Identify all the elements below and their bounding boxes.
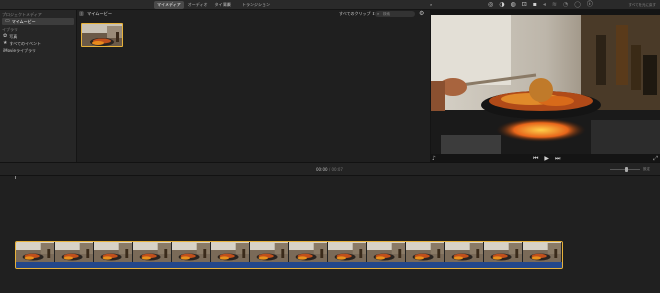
media-tab-group: マイメディア オーディオ タイトル [154,1,233,9]
filmstrip-frame [289,242,328,262]
filmstrip-frame [445,242,484,262]
magic-wand-icon[interactable]: ◎ [488,0,493,10]
current-time: 00:00 [316,167,328,172]
viewer-panel: ♪ ⏮ ▶ ⏭ ⤢ [430,10,660,162]
filmstrip-frame [250,242,289,262]
filmstrip-frame [94,242,133,262]
browser-title: マイムービー [87,11,113,16]
media-browser: ▥ マイムービー すべてのクリップ ⇕ ⌕ 検索 ⚙ [77,10,430,162]
tab-audio[interactable]: オーディオ [185,1,211,9]
cooking-video-frame [431,15,660,154]
sidebar-item-label: iMovieライブラリ [3,48,36,53]
tab-my-media[interactable]: マイメディア [154,1,184,9]
library-heading: イブラリ [2,27,18,32]
stabilization-icon[interactable]: ▪ [533,0,537,10]
filmstrip-frame [484,242,523,262]
sidebar-item-label: マイムービー [11,19,36,24]
audio-waveform [16,262,562,268]
timeline-settings-button[interactable]: 設定 [643,166,650,173]
imovie-window: マイメディア オーディオ タイトル 背景 トランジション ⌕ ◎ ◑ ◍ ⊡ ▪… [0,0,660,293]
filmstrip-frame [367,242,406,262]
kitchen-thumbnail-image [82,24,122,46]
search-icon: ⌕ [377,11,380,16]
library-sidebar: プロジェクトメディア ▭ マイムービー イブラリ ✿ 写真 ★ すべてのイベント… [0,10,77,162]
browser-header: ▥ マイムービー すべてのクリップ ⇕ ⌕ 検索 ⚙ [77,10,430,18]
filmstrip-frame [55,242,94,262]
sidebar-item-imovie-library[interactable]: iMovieライブラリ [0,47,76,54]
search-icon[interactable]: ⌕ [430,1,432,9]
sidebar-item-photos[interactable]: ✿ 写真 [0,33,76,40]
star-icon: ★ [3,40,8,46]
total-time: 00:07 [331,167,343,172]
adjustment-tools: ◎ ◑ ◍ ⊡ ▪ ◂ ≋ ◔ ◯ ⓘ [488,0,593,10]
film-icon: ▭ [5,18,10,24]
timeline [0,176,660,293]
filter-icon[interactable]: ◯ [574,0,581,10]
video-clip[interactable] [15,241,563,269]
info-icon[interactable]: ⓘ [587,0,593,10]
zoom-slider-knob[interactable] [625,167,628,172]
filmstrip-frame [406,242,445,262]
speed-icon[interactable]: ◔ [563,0,568,10]
tab-backgrounds[interactable]: 背景 [223,1,231,9]
search-input[interactable]: ⌕ 検索 [375,11,415,17]
playhead[interactable] [15,176,16,179]
color-correction-icon[interactable]: ◍ [511,0,516,10]
filmstrip-frame [16,242,55,262]
filmstrip-frame [172,242,211,262]
video-preview [431,15,660,154]
filmstrip-frame [211,242,250,262]
crop-icon[interactable]: ⊡ [522,0,527,10]
noise-reduction-icon[interactable]: ≋ [552,0,557,10]
tab-transitions[interactable]: トランジション [242,1,270,9]
filmstrip-frame [133,242,172,262]
project-media-heading: プロジェクトメディア [2,12,42,17]
sidebar-item-my-movie[interactable]: ▭ マイムービー [2,18,74,25]
photos-icon: ✿ [3,33,8,39]
filmstrip [16,242,562,262]
sidebar-item-all-events[interactable]: ★ すべてのイベント [0,40,76,47]
revert-all-link[interactable]: すべてを元に戻す [628,1,656,9]
clip-thumbnail[interactable] [81,23,123,47]
timecode: 00:00 / 00:07 [316,167,343,172]
sidebar-item-label: すべてのイベント [9,41,42,46]
gear-icon[interactable]: ⚙ [419,10,424,18]
timeline-header: 00:00 / 00:07 設定 [0,162,660,176]
top-toolbar: マイメディア オーディオ タイトル 背景 トランジション ⌕ ◎ ◑ ◍ ⊡ ▪… [0,0,660,10]
filmstrip-frame [328,242,367,262]
sidebar-toggle-icon[interactable]: ▥ [79,11,84,17]
search-placeholder: 検索 [383,12,390,16]
filmstrip-frame [523,242,562,262]
color-balance-icon[interactable]: ◑ [499,0,504,10]
volume-icon[interactable]: ◂ [543,0,546,10]
sidebar-item-label: 写真 [9,34,18,39]
clip-filter-dropdown[interactable]: すべてのクリップ ⇕ [339,11,375,17]
